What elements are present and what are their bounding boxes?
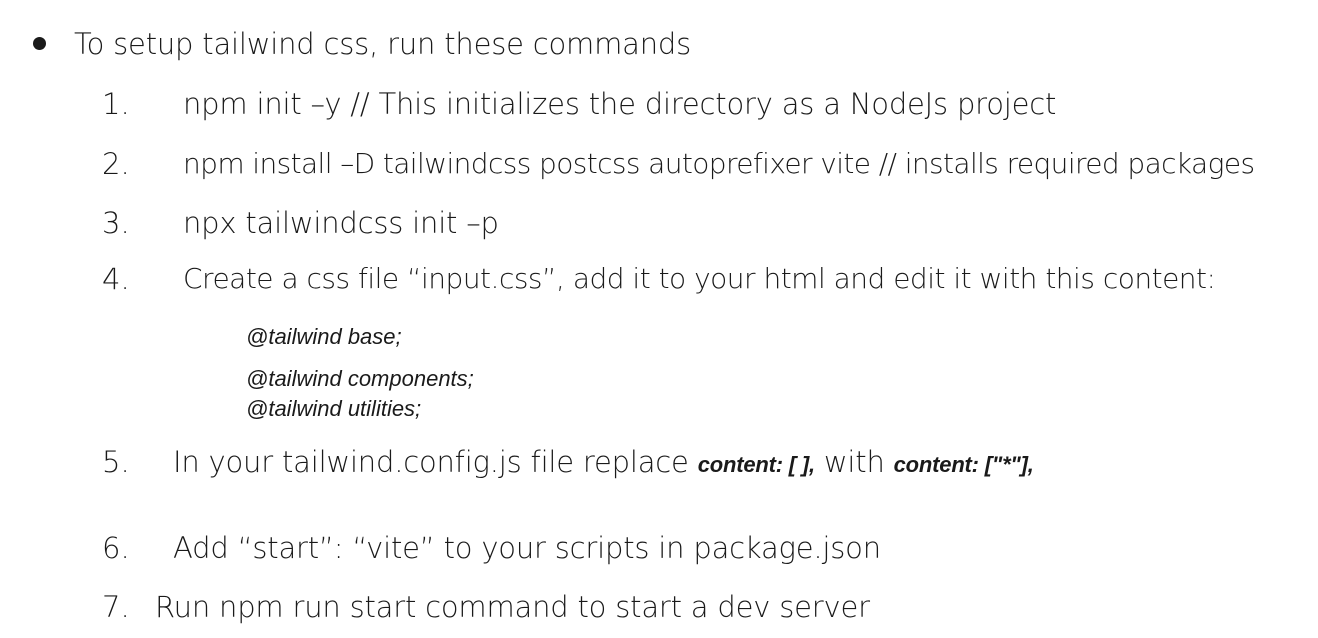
code-snippet: content: [ ], <box>697 452 815 477</box>
css-line: @tailwind base; <box>246 324 402 349</box>
css-line: @tailwind utilities; <box>246 396 422 421</box>
step-text: Create a css file “input.css”, add it to… <box>183 262 1216 295</box>
bullet-point <box>33 37 46 50</box>
code-snippet: content: ["*"], <box>893 452 1034 477</box>
step-number: 7. <box>102 590 130 624</box>
step-text: npm init –y // This initializes the dire… <box>183 87 1057 121</box>
css-line: @tailwind components; <box>246 366 474 391</box>
step-number: 3. <box>102 206 130 240</box>
step-text-before: In your tailwind.config.js file replace <box>173 445 698 479</box>
heading-text: To setup tailwind css, run these command… <box>74 27 692 61</box>
slide: To setup tailwind css, run these command… <box>0 0 1318 638</box>
step-number: 6. <box>102 531 130 565</box>
step-number: 5. <box>102 445 130 479</box>
step-text-mid: with <box>814 445 894 479</box>
step-text: npm install –D tailwindcss postcss autop… <box>183 147 1255 180</box>
step-text: npx tailwindcss init –p <box>183 206 499 240</box>
step-number: 4. <box>102 262 130 296</box>
step-number: 1. <box>102 87 130 121</box>
step-text: Add “start”: “vite” to your scripts in p… <box>173 531 881 565</box>
step-text: In your tailwind.config.js file replace … <box>173 448 1034 477</box>
step-text: Run npm run start command to start a dev… <box>155 590 870 624</box>
step-number: 2. <box>102 147 130 181</box>
